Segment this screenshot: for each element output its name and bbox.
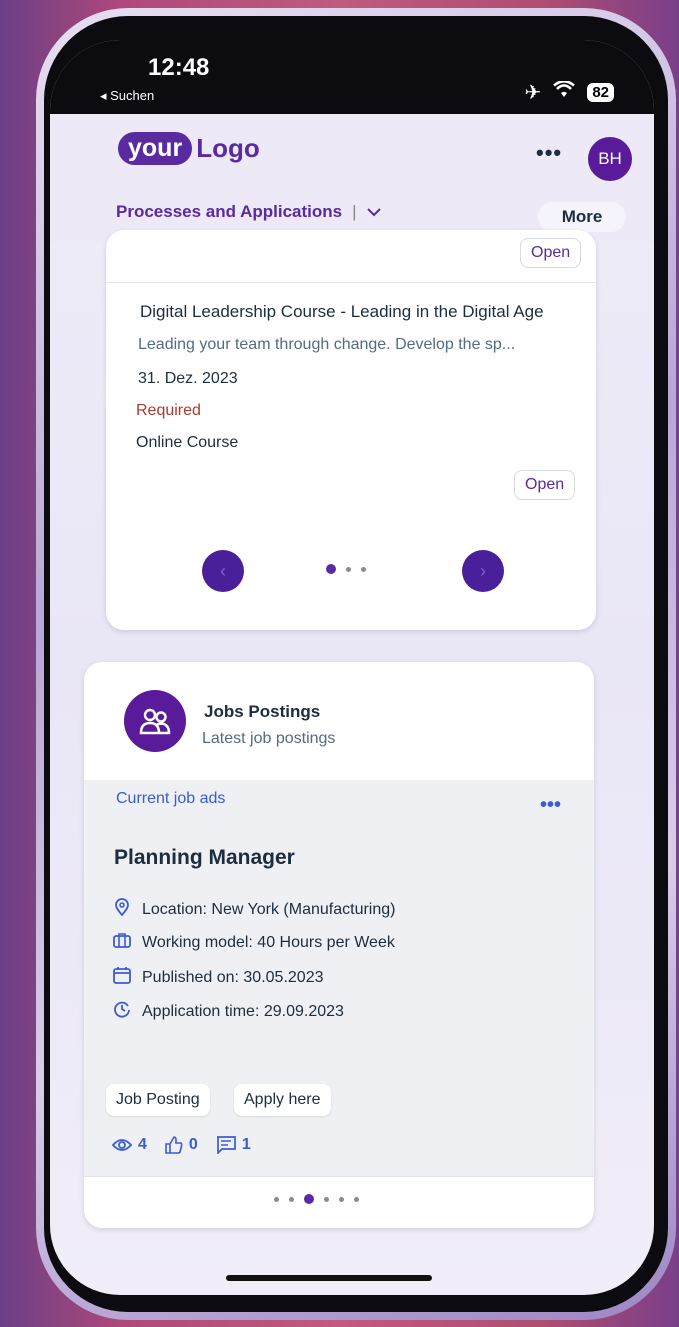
more-tabs-button[interactable]: More (538, 202, 626, 232)
status-bar: 12:48 ◂ Suchen ✈ 82 (50, 40, 654, 114)
airplane-icon: ✈ (524, 82, 542, 104)
job-application-time: Application time: 29.09.2023 (112, 1000, 344, 1023)
location-text: Location: New York (Manufacturing) (142, 900, 396, 918)
comment-icon (216, 1136, 236, 1154)
page-dot[interactable] (346, 566, 351, 572)
divider (106, 282, 596, 283)
job-published-date: Published on: 30.05.2023 (112, 966, 323, 989)
thumbs-up-icon (165, 1136, 183, 1154)
chevron-right-icon: › (480, 560, 486, 581)
course-requirement-status: Required (136, 402, 201, 419)
avatar[interactable]: BH (588, 137, 632, 181)
calendar-icon (112, 966, 132, 989)
pagination-dots (326, 564, 366, 574)
status-icons: ✈ 82 (524, 79, 614, 105)
current-job-ads-link[interactable]: Current job ads (116, 790, 225, 808)
people-icon (124, 690, 186, 752)
page-dot[interactable] (354, 1196, 359, 1202)
apply-here-button[interactable]: Apply here (234, 1084, 331, 1116)
job-ad-panel: Current job ads ••• Planning Manager Loc… (84, 780, 594, 1176)
page-dot[interactable] (326, 564, 336, 574)
divider (84, 1176, 594, 1177)
job-title[interactable]: Planning Manager (114, 846, 295, 870)
comments-count: 1 (241, 1136, 251, 1153)
application-time-text: Application time: 29.09.2023 (142, 1002, 344, 1020)
tab-label: Processes and Applications (116, 202, 343, 221)
app-header: your Logo ••• BH Processes and Applicati… (50, 114, 654, 244)
home-indicator[interactable] (226, 1275, 432, 1281)
clock: 12:48 (148, 54, 210, 81)
job-working-model: Working model: 40 Hours per Week (112, 932, 395, 953)
more-options-icon[interactable]: ••• (536, 140, 562, 166)
eye-icon (112, 1139, 132, 1151)
phone-screen: 12:48 ◂ Suchen ✈ 82 your Logo ••• BH Pro… (50, 40, 654, 1295)
job-pagination-dots (274, 1194, 359, 1204)
views-count: 4 (138, 1136, 147, 1153)
learning-card: Open Digital Leadership Course - Leading… (106, 230, 596, 630)
tab-processes-and-applications[interactable]: Processes and Applications | (116, 202, 381, 222)
course-description: Leading your team through change. Develo… (138, 336, 516, 353)
previous-page-button[interactable]: ‹ (202, 550, 244, 592)
job-options-icon[interactable]: ••• (540, 794, 561, 817)
job-posting-button[interactable]: Job Posting (106, 1084, 210, 1116)
job-location: Location: New York (Manufacturing) (112, 898, 395, 921)
page-dot[interactable] (274, 1196, 279, 1202)
likes-stat[interactable]: 0 (165, 1136, 198, 1154)
logo-pill: your (118, 132, 193, 165)
card-title[interactable]: Jobs Postings (204, 702, 320, 722)
logo-text: Logo (196, 133, 260, 163)
views-stat[interactable]: 4 (112, 1136, 147, 1154)
location-pin-icon (112, 898, 132, 921)
course-due-date: 31. Dez. 2023 (138, 370, 238, 387)
course-title: Digital Leadership Course - Leading in t… (140, 302, 544, 321)
back-to-app-link[interactable]: ◂ Suchen (100, 88, 154, 104)
clock-calendar-icon (112, 1000, 132, 1023)
page-dot[interactable] (304, 1194, 314, 1204)
comments-stat[interactable]: 1 (216, 1136, 251, 1154)
working-model-text: Working model: 40 Hours per Week (142, 933, 395, 951)
page-dot[interactable] (361, 566, 366, 572)
job-stats: 4 0 1 (112, 1136, 251, 1154)
open-course-button[interactable]: Open (514, 470, 576, 500)
tab-separator: | (352, 202, 357, 221)
page-dot[interactable] (289, 1196, 294, 1202)
chevron-down-icon[interactable] (366, 207, 381, 217)
company-logo[interactable]: your Logo (118, 132, 260, 165)
course-type: Online Course (136, 434, 239, 451)
battery-icon: 82 (587, 83, 614, 102)
page-dot[interactable] (324, 1196, 329, 1202)
chevron-left-icon: ‹ (220, 560, 226, 581)
likes-count: 0 (188, 1136, 198, 1153)
jobs-postings-card: Jobs Postings Latest job postings Curren… (84, 662, 594, 1228)
next-page-button[interactable]: › (462, 550, 504, 592)
briefcase-icon (112, 932, 132, 953)
card-subtitle: Latest job postings (202, 730, 336, 747)
wifi-icon (553, 79, 576, 105)
published-text: Published on: 30.05.2023 (142, 968, 324, 986)
page-dot[interactable] (339, 1196, 344, 1202)
open-button-previous-item[interactable]: Open (520, 238, 582, 268)
